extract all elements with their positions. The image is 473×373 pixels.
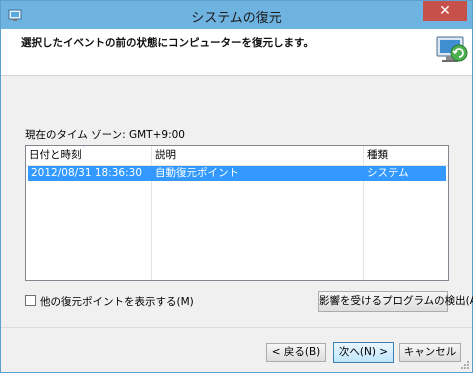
cell-type: システム [367,167,409,179]
close-icon: ✕ [439,3,451,19]
show-more-label[interactable]: 他の復元ポイントを表示する(M) [40,294,194,309]
cell-datetime: 2012/08/31 18:36:30 [31,167,143,179]
cancel-button[interactable]: キャンセル [399,343,461,362]
list-header: 日付と時刻 ˅ 説明 種類 [26,146,448,166]
page-title: 選択したイベントの前の状態にコンピューターを復元します。 [21,37,314,49]
table-row[interactable]: 2012/08/31 18:36:30 自動復元ポイント システム [28,166,446,181]
title-bar[interactable]: システムの復元 ✕ [1,1,472,29]
header-divider [1,75,472,76]
next-button[interactable]: 次へ(N) > [333,342,394,363]
computer-restore-icon [436,36,468,62]
resize-grip-icon[interactable] [460,360,470,370]
restore-points-list[interactable]: 日付と時刻 ˅ 説明 種類 2012/08/31 18:36:30 自動復元ポイ… [25,145,449,281]
sort-indicator-icon: ˅ [82,145,86,153]
header-panel: 選択したイベントの前の状態にコンピューターを復元します。 [1,29,472,75]
back-button[interactable]: < 戻る(B) [266,343,326,362]
show-more-checkbox[interactable] [25,295,36,306]
column-header-datetime[interactable]: 日付と時刻 [26,146,152,165]
detect-affected-programs-button[interactable]: 影響を受けるプログラムの検出(A) [318,291,473,312]
system-restore-window: システムの復元 ✕ 選択したイベントの前の状態にコンピューターを復元します。 現… [0,0,473,373]
footer-divider [1,327,472,328]
window-title: システムの復元 [191,11,282,26]
column-header-description[interactable]: 説明 [152,146,364,165]
column-header-type[interactable]: 種類 [364,146,448,165]
close-button[interactable]: ✕ [423,1,467,21]
cell-description: 自動復元ポイント [155,167,239,179]
timezone-label: 現在のタイム ゾーン: GMT+9:00 [25,129,185,141]
